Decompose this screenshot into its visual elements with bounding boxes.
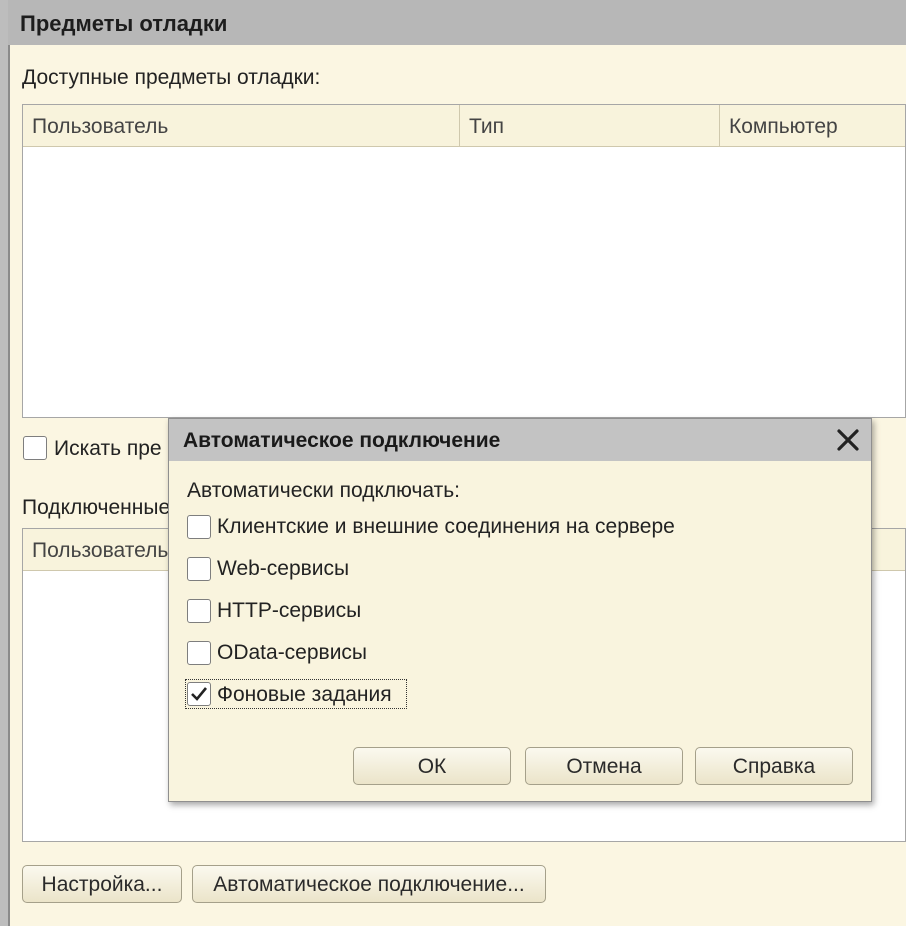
option-label-background-jobs[interactable]: Фоновые задания [217, 683, 392, 707]
help-button[interactable]: Справка [695, 747, 853, 785]
auto-connect-button[interactable]: Автоматическое подключение... [192, 865, 546, 903]
table-header: Пользователь Тип Компьютер [23, 105, 905, 147]
option-label-client-connections[interactable]: Клиентские и внешние соединения на серве… [217, 515, 675, 539]
dialog-title: Автоматическое подключение [169, 419, 871, 461]
connected-items-label: Подключенные [22, 496, 171, 519]
option-checkbox-web-services[interactable] [187, 557, 211, 581]
search-checkbox-label: Искать пре [54, 437, 162, 460]
checkmark-icon [191, 687, 208, 701]
column-header-type[interactable]: Тип [460, 105, 727, 147]
option-checkbox-background-jobs[interactable] [187, 682, 211, 706]
settings-button[interactable]: Настройка... [22, 865, 182, 903]
option-label-web-services[interactable]: Web-сервисы [217, 557, 349, 581]
available-items-label: Доступные предметы отладки: [22, 66, 321, 89]
option-label-http-services[interactable]: HTTP-сервисы [217, 599, 361, 623]
cancel-button[interactable]: Отмена [525, 747, 683, 785]
search-checkbox[interactable] [23, 436, 47, 460]
option-checkbox-http-services[interactable] [187, 599, 211, 623]
option-checkbox-odata-services[interactable] [187, 641, 211, 665]
available-items-table[interactable]: Пользователь Тип Компьютер [22, 104, 906, 418]
ok-button[interactable]: ОК [353, 747, 511, 785]
auto-connect-dialog: Автоматическое подключение Автоматически… [168, 418, 872, 802]
option-checkbox-client-connections[interactable] [187, 515, 211, 539]
dialog-prompt: Автоматически подключать: [187, 479, 460, 502]
column-header-user[interactable]: Пользователь [23, 105, 468, 147]
option-label-odata-services[interactable]: OData-сервисы [217, 641, 367, 665]
column-header-computer[interactable]: Компьютер [720, 105, 906, 147]
close-icon[interactable] [831, 423, 865, 457]
window-title: Предметы отладки [8, 0, 906, 45]
